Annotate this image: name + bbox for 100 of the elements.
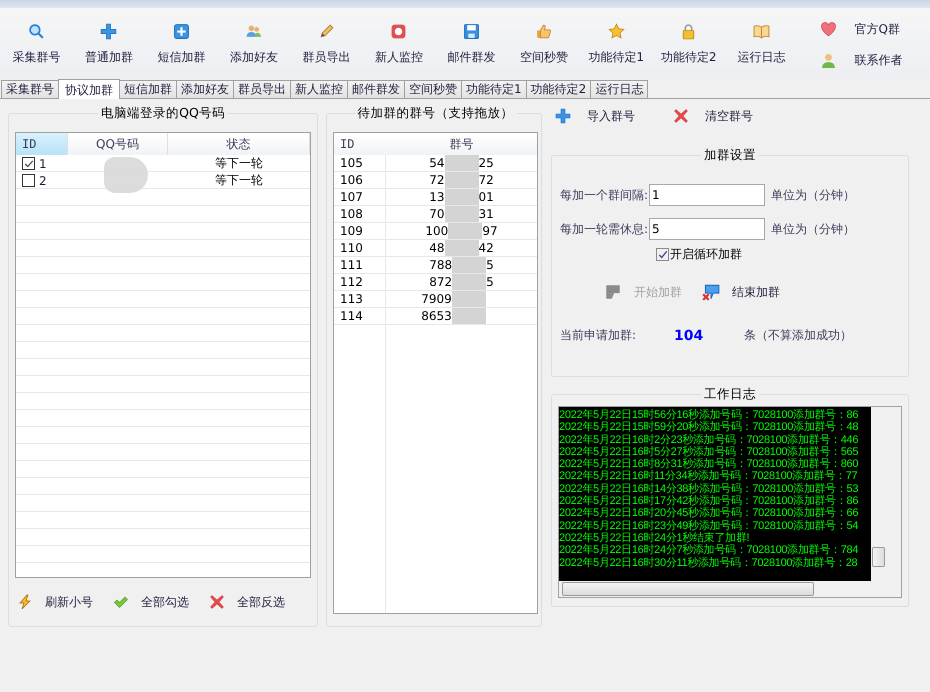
tab[interactable]: 运行日志 (590, 80, 648, 98)
blur-patch (444, 206, 478, 222)
table-cell: 72 (429, 173, 444, 187)
toolbar-button[interactable]: 添加好友 (218, 21, 290, 66)
toolbar-button[interactable]: 全部勾选 (113, 594, 189, 610)
toolbar-button[interactable]: 清空群号 (673, 108, 753, 124)
log-line: 2022年5月22日15时56分16秒添加号码：7028100添加群号：86 (559, 409, 858, 421)
table-cell: 97 (482, 224, 498, 238)
toolbar-button[interactable]: 短信加群 (145, 21, 218, 66)
tab[interactable]: 功能待定2 (526, 80, 592, 98)
group-box-title: 电脑端登录的QQ号码 (100, 105, 226, 122)
toolbar-button[interactable]: 结束加群 (702, 283, 780, 301)
table-cell-text: 114 (339, 309, 364, 323)
table-cell: 72 (478, 173, 494, 187)
log-line: 2022年5月22日16时8分31秒添加号码：7028100添加群号：860 (559, 458, 858, 470)
log-line: 2022年5月22日16时14分38秒添加号码：7028100添加群号：53 (559, 482, 858, 495)
table-cell-text: 106 (339, 173, 364, 187)
toolbar-button[interactable]: 运行日志 (725, 21, 798, 66)
table-cell-text: 109 (339, 224, 364, 238)
log-line: 2022年5月22日16时23分49秒添加号码：7028100添加群号：54 (559, 520, 858, 532)
toolbar-button[interactable]: 普通加群 (72, 21, 145, 66)
blur-patch (444, 155, 478, 171)
cross-icon (673, 108, 689, 124)
unit-label: 单位为（分钟） (771, 220, 856, 238)
plus-icon (555, 108, 571, 124)
toolbar-button[interactable]: 邮件群发 (435, 21, 508, 66)
tab[interactable]: 群员导出 (233, 80, 291, 98)
table-cell: 7909 (421, 292, 452, 306)
table-cell-text: 113 (339, 292, 364, 306)
blur-patch (452, 291, 486, 307)
column-header[interactable]: ID (334, 133, 386, 155)
search-icon (28, 23, 45, 40)
tab[interactable]: 功能待定1 (461, 80, 527, 98)
tab[interactable]: 新人监控 (290, 80, 348, 98)
input-field[interactable]: 5 (649, 218, 766, 240)
table-cell: 5 (486, 275, 494, 289)
log-line: 2022年5月22日16时11分34秒添加号码：7028100添加群号：77 (559, 470, 858, 483)
toolbar-button[interactable]: 功能待定2 (652, 21, 725, 66)
log-line: 2022年5月22日16时24分7秒添加号码：7028100添加群号：784 (559, 544, 858, 557)
toolbar-button[interactable]: 刷新小号 (17, 594, 93, 610)
tab[interactable]: 邮件群发 (347, 80, 405, 98)
blur-patch (452, 274, 486, 290)
count-value: 104 (674, 328, 704, 344)
checkbox[interactable] (22, 157, 35, 170)
blur-patch (452, 308, 486, 324)
checkbox-label: 开启循环加群 (670, 246, 742, 263)
people-icon (245, 23, 262, 40)
toolbar-button[interactable]: 空间秒赞 (508, 21, 580, 66)
table-cell: 1 (39, 156, 47, 170)
plus-square-icon (172, 23, 190, 40)
table-cell: 70 (429, 207, 444, 221)
column-header[interactable]: 群号 (386, 133, 537, 155)
table-cell: 872 (429, 275, 452, 289)
log-line: 2022年5月22日16时17分42秒添加号码：7028100添加群号：86 (559, 495, 858, 508)
table-cell: 5 (486, 258, 494, 272)
log-line: 2022年5月22日16时24分1秒结束了加群! (559, 532, 750, 544)
tab[interactable]: 协议加群 (58, 79, 120, 99)
toolbar-button[interactable]: 全部反选 (209, 594, 285, 610)
table-cell: 8653 (421, 309, 452, 323)
unit-label: 单位为（分钟） (771, 186, 856, 204)
toolbar-button[interactable]: 功能待定1 (580, 21, 652, 66)
group-box-title: 加群设置 (703, 147, 757, 164)
record-icon (390, 23, 408, 40)
checkbox[interactable] (22, 174, 35, 187)
toolbar-button[interactable]: 群员导出 (290, 21, 362, 66)
check-mark-icon (113, 594, 129, 610)
tab[interactable]: 采集群号 (1, 80, 59, 98)
table-cell: 25 (478, 156, 494, 170)
blur-patch (444, 240, 478, 256)
tab[interactable]: 短信加群 (119, 80, 177, 98)
table-cell-text: 105 (339, 156, 364, 170)
blur-patch (104, 157, 148, 193)
tab[interactable]: 添加好友 (176, 80, 234, 98)
column-header[interactable]: ID (16, 133, 68, 155)
table-cell: 13 (429, 190, 444, 204)
toolbar-link[interactable]: 官方Q群 (820, 18, 902, 38)
cross-icon (209, 594, 225, 610)
toolbar-button[interactable]: 采集群号 (0, 21, 72, 66)
speech-flag-icon (702, 283, 720, 301)
table-cell-text: 110 (339, 241, 364, 255)
toolbar-link[interactable]: 联系作者 (820, 50, 902, 68)
thumbs-up-icon (535, 23, 552, 40)
toolbar-button[interactable]: 新人监控 (362, 21, 435, 66)
table-cell-text: 108 (339, 207, 364, 221)
toolbar-button[interactable]: 导入群号 (555, 108, 635, 124)
log-line: 2022年5月22日16时5分27秒添加号码：7028100添加群号：565 (559, 446, 858, 458)
tab[interactable]: 空间秒赞 (404, 80, 462, 98)
person-icon (820, 52, 836, 68)
check-mark-icon (24, 158, 34, 168)
column-header[interactable]: QQ号码 (68, 133, 168, 155)
count-label: 当前申请加群: (560, 327, 636, 344)
checkbox[interactable] (656, 248, 669, 261)
table-cell-text: 107 (339, 190, 364, 204)
input-field[interactable]: 1 (649, 184, 766, 206)
log-line: 2022年5月22日16时20分45秒添加号码：7028100添加群号：66 (559, 507, 858, 520)
lightning-icon (17, 594, 33, 610)
column-header[interactable]: 状态 (168, 133, 310, 155)
table-cell-text: 112 (339, 275, 364, 289)
table-cell: 48 (429, 241, 444, 255)
heart-icon (820, 20, 836, 38)
